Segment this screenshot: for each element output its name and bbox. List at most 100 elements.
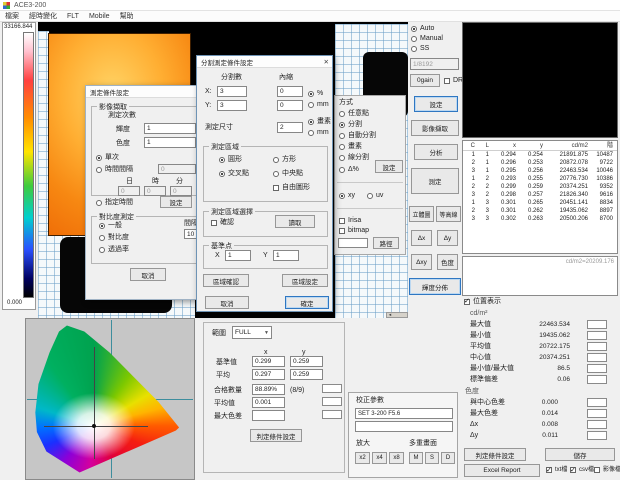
dialog-title-bar[interactable]: 分割測定條件設定 ✕ [197,56,332,68]
square-radio[interactable]: 方形 [273,156,296,164]
table-row[interactable]: 230.3010.26219435.0628897 [463,207,617,215]
menu-item-mobile[interactable]: Mobile [89,13,110,20]
ref-y-field[interactable]: 0.259 [290,356,323,367]
base-y-field[interactable]: 1 [273,250,299,261]
judge-cond-button-2[interactable]: 判定條件設定 [250,429,302,442]
gain-button[interactable]: 0gain [410,74,440,87]
cancel-button[interactable]: 取消 [130,268,166,281]
path-field[interactable] [338,238,368,248]
interval-field[interactable]: 0 [158,164,196,174]
coord-xy-radio[interactable]: xy [339,192,355,200]
spec-time-radio[interactable]: 指定時間 [96,199,133,207]
lum-count-field[interactable]: 1 [144,123,196,134]
path-button[interactable]: 路徑 [373,237,399,249]
single-radio[interactable]: 單次 [96,154,119,162]
confirm-checkbox[interactable]: 確認 [211,219,234,227]
menu-item-flt[interactable]: FLT [67,13,79,20]
inset-x-field[interactable]: 0 [277,86,303,97]
multi-d-button[interactable]: D [441,452,455,464]
pos-display-checkbox[interactable]: 位置表示 [464,298,501,306]
size-field[interactable]: 2 [277,122,303,133]
shutter-field[interactable]: 1/8192 [410,58,459,70]
table-row[interactable]: 220.2990.25920374.2519352 [463,183,617,191]
save-button[interactable]: 儲存 [545,448,615,461]
h-scrollbar[interactable]: ◄ [386,312,408,318]
region-set-button[interactable]: 區域設定 [282,274,328,287]
mode-option-delta[interactable]: Δ% [339,166,359,174]
table-row[interactable]: 210.2960.25320872.0789722 [463,159,617,167]
table-row[interactable]: 120.2930.25520776.73010386 [463,175,617,183]
trans-radio[interactable]: 透過率 [99,246,129,254]
cie-chromaticity-diagram[interactable] [25,318,195,480]
minute-field[interactable]: 0 [170,186,192,196]
inset-mm-radio[interactable]: mm [308,101,329,109]
avg-x-field[interactable]: 0.297 [252,369,285,380]
txt-checkbox[interactable]: txt檔 [546,467,567,474]
contour-button[interactable]: 等高線 [436,206,461,222]
table-row[interactable]: 110.2940.25421891.87510487 [463,151,617,159]
excel-report-button[interactable]: Excel Report [464,464,540,477]
day-field[interactable]: 0 [118,186,140,196]
interval-radio[interactable]: 時間間隔 [96,166,133,174]
menu-item-help[interactable]: 幫助 [120,11,134,21]
irisa-checkbox[interactable]: Irisa [339,217,361,225]
base-x-field[interactable]: 1 [225,250,251,261]
zoom-x8-button[interactable]: x8 [389,452,404,464]
read-button[interactable]: 讀取 [275,215,315,228]
cross-radio[interactable]: 交叉點 [219,170,249,178]
judge-cond-button[interactable]: 判定條件設定 [464,448,526,461]
table-row[interactable]: 310.2950.25622463.53410046 [463,167,617,175]
normal-radio[interactable]: 一般 [99,222,122,230]
mode-option-split[interactable]: 分割 [339,121,362,129]
ss-radio[interactable]: SS [411,45,429,53]
table-row[interactable]: 130.3010.26520451.1418834 [463,199,617,207]
mode-option-pixel[interactable]: 畫素 [339,143,362,151]
circle-radio[interactable]: 圓形 [219,156,242,164]
image-file-checkbox[interactable]: 影像檔 [594,467,620,474]
auto-radio[interactable]: Auto [411,25,434,33]
mode-option-autosplit[interactable]: 自動分割 [339,132,376,140]
menu-item-file[interactable]: 檔案 [5,11,19,21]
inset-pct-radio[interactable]: % [308,90,323,98]
capture-button[interactable]: 影像擷取 [411,120,459,136]
mode-set-button[interactable]: 設定 [375,160,403,173]
delta-xy-button[interactable]: Δxy [411,254,432,270]
range-dropdown[interactable]: FULL▼ [232,326,272,339]
chroma-count-field[interactable]: 1 [144,137,196,148]
ref-x-field[interactable]: 0.299 [252,356,285,367]
multi-s-button[interactable]: S [425,452,439,464]
center-radio[interactable]: 中央點 [273,170,303,178]
free-shape-checkbox[interactable]: 自由圖形 [273,184,310,192]
dialog-title-bar[interactable]: 測定條件設定 [86,86,196,98]
ok-button[interactable]: 確定 [285,296,329,309]
hour-field[interactable]: 0 [144,186,166,196]
zoom-x2-button[interactable]: x2 [355,452,370,464]
region-confirm-button[interactable]: 區域確認 [203,274,249,287]
zoom-x4-button[interactable]: x4 [372,452,387,464]
coord-uv-radio[interactable]: uv [367,192,383,200]
measure-button[interactable]: 測定 [411,168,459,194]
size-px-radio[interactable]: 畫素 [308,118,331,126]
dr-checkbox[interactable]: DR [444,77,463,85]
avg-y-field[interactable]: 0.259 [290,369,323,380]
inset-y-field[interactable]: 0 [277,100,303,111]
title-bar[interactable]: ACE3-200 [0,0,620,11]
div-y-field[interactable]: 3 [217,100,247,111]
csv-checkbox[interactable]: csv檔 [570,467,594,474]
multi-m-button[interactable]: M [409,452,423,464]
cancel-button[interactable]: 取消 [205,296,249,309]
table-row[interactable]: 320.2980.25721826.3409616 [463,191,617,199]
menu-item-temporal[interactable]: 經時變化 [29,11,57,21]
delta-x-button[interactable]: Δx [411,230,432,246]
lum-dist-button[interactable]: 輝度分佈 [409,278,461,295]
close-icon[interactable]: ✕ [324,58,329,66]
mode-option-any[interactable]: 任意點 [339,110,369,118]
spec-time-set-button[interactable]: 設定 [160,196,192,208]
contrast-radio[interactable]: 對比度 [99,234,129,242]
bitmap-checkbox[interactable]: bitmap [339,227,369,235]
div-x-field[interactable]: 3 [217,86,247,97]
color-button[interactable]: 色度 [437,254,458,270]
mode-option-line[interactable]: 線分割 [339,154,369,162]
manual-radio[interactable]: Manual [411,35,443,43]
analyze-button[interactable]: 分析 [414,144,458,160]
